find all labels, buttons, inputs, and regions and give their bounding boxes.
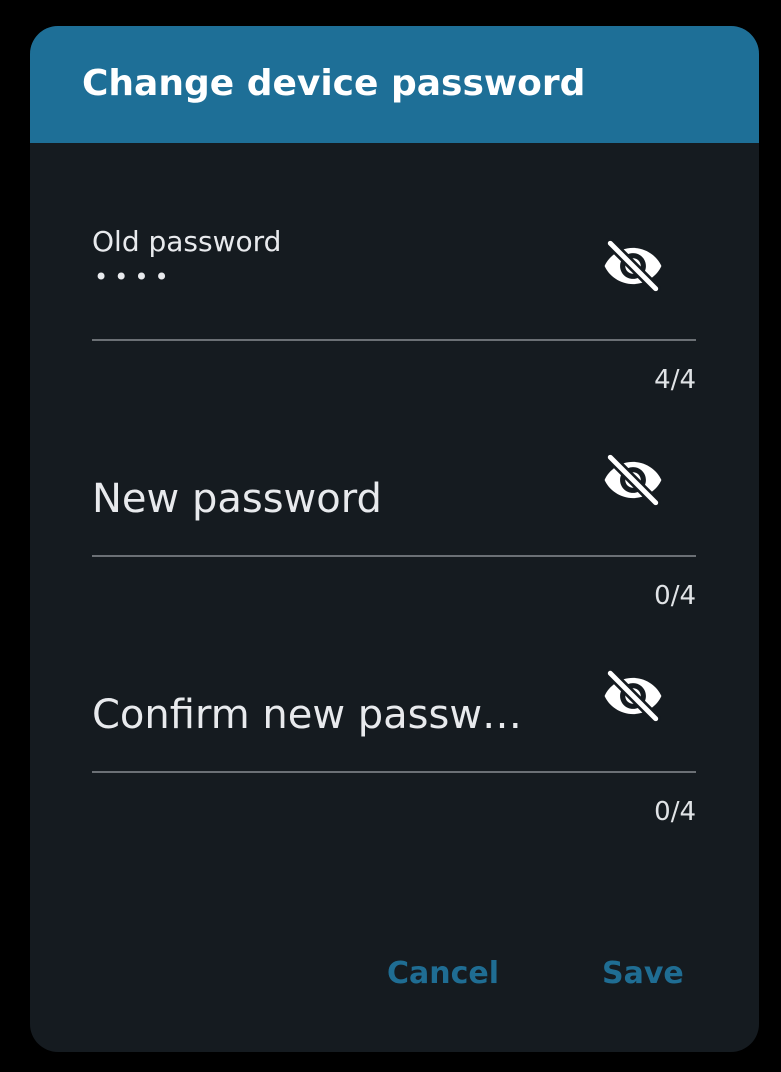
save-button[interactable]: Save (592, 946, 694, 1002)
change-password-dialog: Change device password Old password ••••… (30, 26, 759, 1052)
new-password-char-counter: 0/4 (654, 581, 696, 611)
visibility-off-icon (604, 238, 662, 294)
new-password-field[interactable]: New password 0/4 (92, 440, 696, 611)
dialog-actions: Cancel Save (30, 946, 759, 1002)
new-password-visibility-toggle[interactable] (601, 448, 665, 512)
visibility-off-icon (604, 452, 662, 508)
old-password-field[interactable]: Old password •••• 4/4 (92, 224, 696, 395)
old-password-value: •••• (94, 263, 175, 291)
dialog-header: Change device password (30, 26, 759, 143)
old-password-label: Old password (92, 225, 282, 258)
confirm-password-visibility-toggle[interactable] (601, 664, 665, 728)
dialog-title: Change device password (82, 63, 586, 104)
old-password-visibility-toggle[interactable] (601, 234, 665, 298)
visibility-off-icon (604, 668, 662, 724)
confirm-password-field[interactable]: Confirm new passw… 0/4 (92, 656, 696, 827)
confirm-password-char-counter: 0/4 (654, 797, 696, 827)
old-password-char-counter: 4/4 (654, 365, 696, 395)
new-password-label: New password (92, 476, 382, 522)
cancel-button[interactable]: Cancel (377, 946, 509, 1002)
new-password-underline (92, 555, 696, 557)
old-password-underline (92, 339, 696, 341)
confirm-password-underline (92, 771, 696, 773)
confirm-password-label: Confirm new passw… (92, 692, 523, 738)
